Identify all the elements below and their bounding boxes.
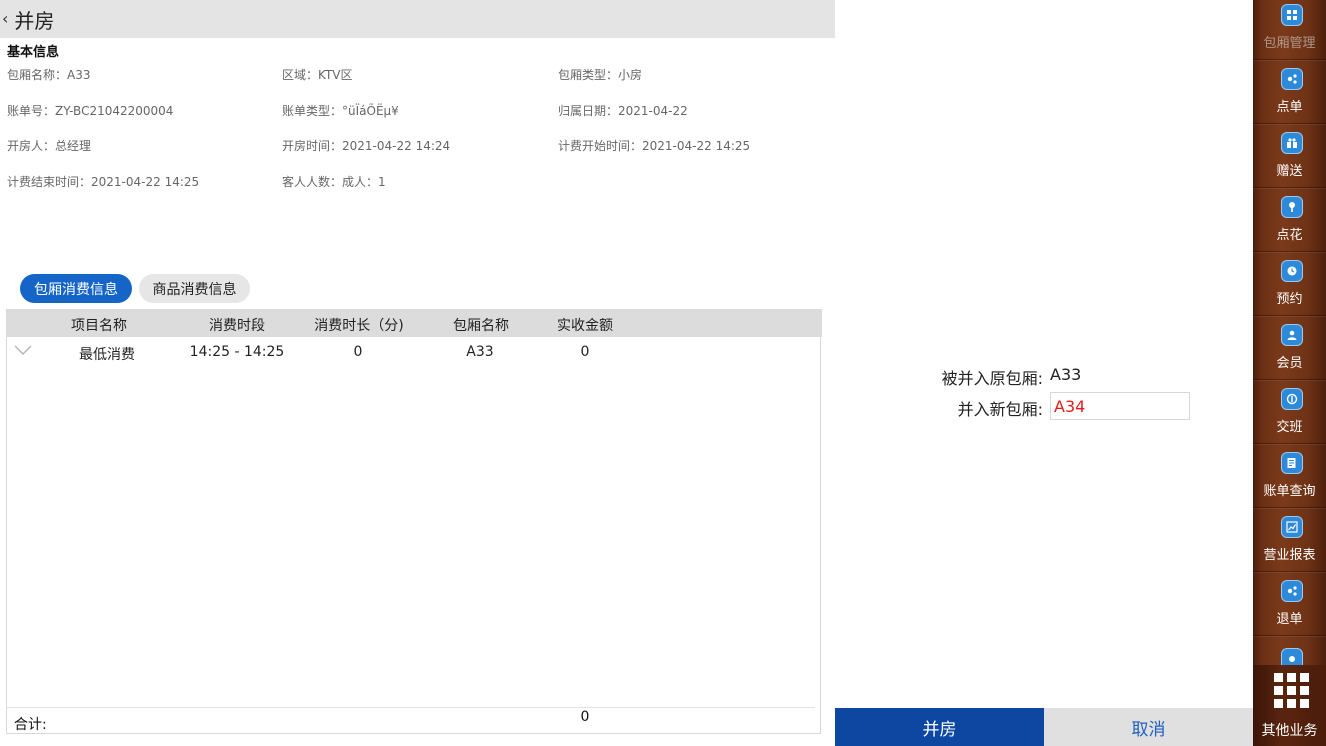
- info-open-time: 开房时间：2021-04-22 14:24: [282, 139, 451, 153]
- column-header: 消费时长（分): [314, 318, 404, 334]
- cell-room-name: A33: [466, 344, 494, 360]
- back-button[interactable]: ‹ 并房: [0, 0, 54, 38]
- page-title: 并房: [14, 8, 55, 33]
- column-header: 项目名称: [71, 318, 127, 334]
- flower-icon: [1281, 196, 1303, 218]
- original-room-value: A33: [1050, 365, 1082, 384]
- sidebar-item-label: 营业报表: [1263, 548, 1316, 563]
- info-bill-type: 账单类型：°üÏáÕËµ¥: [282, 104, 399, 118]
- column-header: 实收金额: [557, 318, 613, 334]
- info-room-type: 包厢类型：小房: [558, 68, 643, 82]
- info-business-date: 归属日期：2021-04-22: [558, 104, 688, 118]
- chevron-left-icon: ‹: [2, 9, 9, 28]
- info-billing-end: 计费结束时间：2021-04-22 14:25: [7, 175, 200, 189]
- sidebar-item-label: 点单: [1276, 100, 1303, 115]
- shift-icon: [1281, 388, 1303, 410]
- info-guest-count: 客人人数：成人：1: [282, 175, 386, 189]
- report-icon: [1281, 516, 1303, 538]
- sidebar-item-shift[interactable]: 交班: [1253, 380, 1326, 444]
- info-opened-by: 开房人：总经理: [7, 139, 92, 153]
- sidebar-item-order[interactable]: 点单: [1253, 60, 1326, 124]
- room-info-panel: 基本信息 包厢名称：A33 区域：KTV区 包厢类型：小房 账单号：ZY-BC2…: [0, 38, 835, 746]
- sidebar-item-label: 预约: [1276, 292, 1303, 307]
- info-room-name: 包厢名称：A33: [7, 68, 91, 82]
- sidebar-item-label: 退单: [1276, 612, 1303, 627]
- cell-amount: 0: [580, 344, 590, 360]
- table-header: 项目名称 消费时段 消费时长（分) 包厢名称 实收金额: [7, 309, 822, 337]
- original-room-label: 被并入原包厢:: [941, 369, 1043, 388]
- tab-goods-consumption[interactable]: 商品消费信息: [139, 274, 250, 303]
- sidebar-item-reserve[interactable]: 预约: [1253, 252, 1326, 316]
- merge-confirm-button[interactable]: 并房: [835, 708, 1044, 746]
- table-divider: [7, 707, 815, 708]
- grid-list-icon: [1281, 4, 1303, 26]
- sidebar-item-label: 点花: [1276, 228, 1303, 243]
- sidebar-item-bill-search[interactable]: 账单查询: [1253, 444, 1326, 508]
- new-room-input[interactable]: [1050, 392, 1190, 420]
- total-label: 合计:: [14, 717, 47, 733]
- column-header: 消费时段: [209, 318, 265, 334]
- sidebar-item-flower[interactable]: 点花: [1253, 188, 1326, 252]
- sidebar-item-label: 赠送: [1276, 164, 1303, 179]
- sidebar-item-gift[interactable]: 赠送: [1253, 124, 1326, 188]
- consumption-table: 项目名称 消费时段 消费时长（分) 包厢名称 实收金额 最低消费 14:25 -…: [6, 309, 822, 734]
- sidebar-item-partial: [1253, 636, 1326, 666]
- section-title-basic-info: 基本信息: [7, 45, 60, 60]
- total-value: 0: [580, 709, 590, 725]
- refund-icon: [1281, 580, 1303, 602]
- partial-icon: [1281, 648, 1303, 666]
- sidebar-item-refund[interactable]: 退单: [1253, 572, 1326, 636]
- column-header: 包厢名称: [453, 318, 509, 334]
- sidebar-item-label: 交班: [1276, 420, 1303, 435]
- chevron-down-icon[interactable]: [13, 343, 33, 357]
- member-icon: [1281, 324, 1303, 346]
- sidebar-item-room-management[interactable]: 包厢管理: [1253, 0, 1326, 60]
- info-billing-start: 计费开始时间：2021-04-22 14:25: [558, 139, 751, 153]
- cell-duration: 0: [353, 344, 363, 360]
- more-services-button[interactable]: 其他业务: [1253, 665, 1326, 746]
- cell-period: 14:25 - 14:25: [189, 344, 285, 360]
- order-icon: [1281, 68, 1303, 90]
- bill-search-icon: [1281, 452, 1303, 474]
- gift-icon: [1281, 132, 1303, 154]
- cancel-button[interactable]: 取消: [1044, 708, 1253, 746]
- reserve-icon: [1281, 260, 1303, 282]
- tab-room-consumption[interactable]: 包厢消费信息: [20, 274, 132, 303]
- sidebar: 包厢管理 点单 赠送 点花 预约 会员 交班 账单查询 营业报表 退单 其他业务: [1253, 0, 1326, 746]
- sidebar-item-report[interactable]: 营业报表: [1253, 508, 1326, 572]
- info-area: 区域：KTV区: [282, 68, 353, 82]
- more-services-label: 其他业务: [1261, 723, 1318, 739]
- new-room-label: 并入新包厢:: [957, 400, 1043, 419]
- cell-item-name: 最低消费: [79, 347, 135, 363]
- sidebar-item-label: 会员: [1276, 356, 1303, 371]
- apps-grid-icon: [1274, 673, 1310, 709]
- info-bill-no: 账单号：ZY-BC21042200004: [7, 104, 174, 118]
- merge-panel: 被并入原包厢: A33 并入新包厢: 并房 取消: [835, 0, 1253, 746]
- sidebar-item-member[interactable]: 会员: [1253, 316, 1326, 380]
- page-header: ‹ 并房: [0, 0, 835, 38]
- sidebar-item-label: 包厢管理: [1263, 36, 1316, 51]
- sidebar-item-label: 账单查询: [1263, 484, 1316, 499]
